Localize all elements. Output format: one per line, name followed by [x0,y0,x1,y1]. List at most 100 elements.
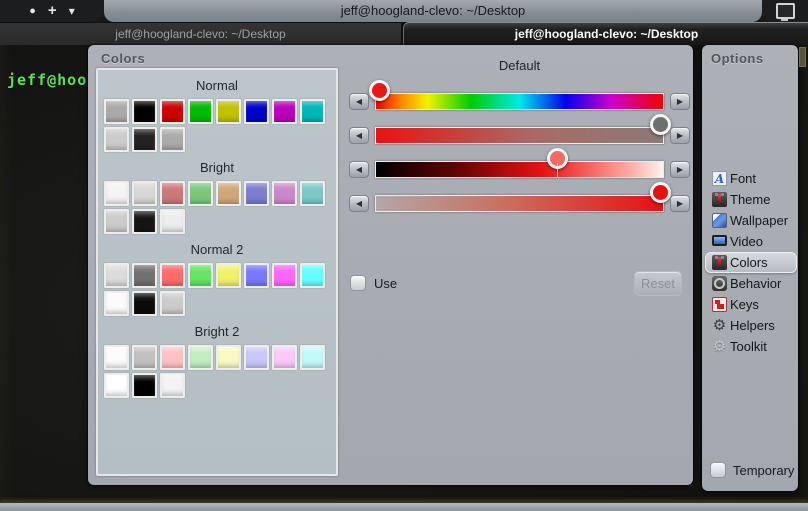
color-swatch[interactable] [188,345,213,370]
options-item-video[interactable]: Video [705,231,797,252]
color-swatch[interactable] [104,99,129,124]
color-swatch[interactable] [272,263,297,288]
color-swatch[interactable] [160,263,185,288]
hue-slider-knob[interactable] [368,80,390,101]
options-item-theme[interactable]: Theme [705,189,797,210]
scrollbar-thumb[interactable] [799,47,806,67]
saturation-slider-knob[interactable] [650,114,672,135]
use-checkbox-label: Use [374,275,398,291]
color-swatch[interactable] [244,263,269,288]
color-swatch[interactable] [104,181,129,206]
slider-left-arrow-button[interactable]: ◀ [349,93,369,110]
titlebar-right-corner [762,0,808,22]
options-item-toolkit[interactable]: ⚙ Toolkit [705,336,797,357]
options-item-font[interactable]: A Font [705,168,797,189]
color-swatch[interactable] [300,263,325,288]
color-swatch[interactable] [104,291,129,316]
close-icon[interactable]: ● [29,5,36,17]
options-panel: Options A Font Theme Wallpaper Video Colors Be… [702,45,798,491]
options-item-label: Font [730,171,757,186]
palette-section-title: Bright [200,160,234,175]
color-swatch[interactable] [300,345,325,370]
slider-left-arrow-button[interactable]: ◀ [349,161,369,178]
color-swatch[interactable] [216,345,241,370]
options-item-colors[interactable]: Colors [705,252,797,273]
reset-button[interactable]: Reset [634,271,682,296]
use-checkbox[interactable] [350,275,366,291]
color-swatch[interactable] [104,209,129,234]
slider-left-arrow-button[interactable]: ◀ [349,127,369,144]
font-icon: A [712,171,727,186]
color-swatch[interactable] [132,99,157,124]
lightness-slider-track[interactable] [375,148,664,178]
color-swatch[interactable] [160,99,185,124]
color-swatch[interactable] [216,181,241,206]
options-item-helpers[interactable]: ⚙ Helpers [705,315,797,336]
alpha-slider-knob[interactable] [650,182,672,203]
slider-left-arrow-button[interactable]: ◀ [349,195,369,212]
new-tab-icon[interactable]: + [48,3,57,18]
temporary-checkbox[interactable] [710,462,726,478]
options-panel-title: Options [711,51,764,66]
monitor-icon[interactable] [775,3,795,21]
wallpaper-icon [712,213,727,228]
color-swatch[interactable] [188,263,213,288]
options-item-label: Video [730,234,764,249]
color-swatch[interactable] [160,181,185,206]
swatch-row [98,345,336,370]
color-swatch[interactable] [132,209,157,234]
color-swatch[interactable] [244,99,269,124]
color-swatch[interactable] [160,291,185,316]
alpha-slider-track[interactable] [375,182,672,212]
color-swatch[interactable] [160,345,185,370]
color-swatch[interactable] [188,181,213,206]
options-item-label: Behavior [730,276,782,291]
swatch-row [98,181,336,206]
color-swatch[interactable] [160,127,185,152]
palette-section: Bright 2 [98,324,336,398]
menu-chevron-icon[interactable]: ▾ [69,5,75,17]
color-swatch[interactable] [132,373,157,398]
options-item-behavior[interactable]: Behavior [705,273,797,294]
tab-terminal-1[interactable]: jeff@hoogland-clevo: ~/Desktop [0,23,401,45]
color-swatch[interactable] [104,345,129,370]
palette-section: Normal 2 [98,242,336,316]
tab-terminal-2-active[interactable]: jeff@hoogland-clevo: ~/Desktop [403,22,808,45]
slider-right-arrow-button[interactable]: ▶ [670,161,690,178]
options-item-wallpaper[interactable]: Wallpaper [705,210,797,231]
palette-section: Normal [98,78,336,152]
color-swatch[interactable] [300,181,325,206]
color-swatch[interactable] [272,345,297,370]
color-swatch[interactable] [132,291,157,316]
color-swatch[interactable] [132,181,157,206]
color-swatch[interactable] [188,99,213,124]
color-swatch[interactable] [216,263,241,288]
hue-slider-track[interactable] [368,80,664,110]
color-swatch[interactable] [104,127,129,152]
color-swatch[interactable] [132,127,157,152]
color-swatch[interactable] [272,99,297,124]
color-swatch[interactable] [104,373,129,398]
color-swatch[interactable] [160,209,185,234]
options-list: A Font Theme Wallpaper Video Colors Behavior Ke… [705,168,797,357]
color-scheme-list[interactable]: Normal Bright Normal 2 Bright 2 [96,68,338,476]
color-swatch[interactable] [244,345,269,370]
slider-right-arrow-button[interactable]: ▶ [670,127,690,144]
titlebar-plate[interactable]: jeff@hoogland-clevo: ~/Desktop [104,0,762,22]
color-swatch[interactable] [132,345,157,370]
swatch-row [98,263,336,288]
color-swatch[interactable] [216,99,241,124]
color-swatch[interactable] [300,99,325,124]
color-swatch[interactable] [132,263,157,288]
slider-right-arrow-button[interactable]: ▶ [670,93,690,110]
lightness-slider: ◀ ▶ [349,148,690,178]
color-swatch[interactable] [244,181,269,206]
keys-keyboard-icon [712,297,727,312]
color-swatch[interactable] [104,263,129,288]
window-controls: ● + ▾ [0,0,104,22]
color-swatch[interactable] [272,181,297,206]
saturation-slider-track[interactable] [375,114,672,144]
color-swatch[interactable] [160,373,185,398]
slider-right-arrow-button[interactable]: ▶ [670,195,690,212]
options-item-keys[interactable]: Keys [705,294,797,315]
